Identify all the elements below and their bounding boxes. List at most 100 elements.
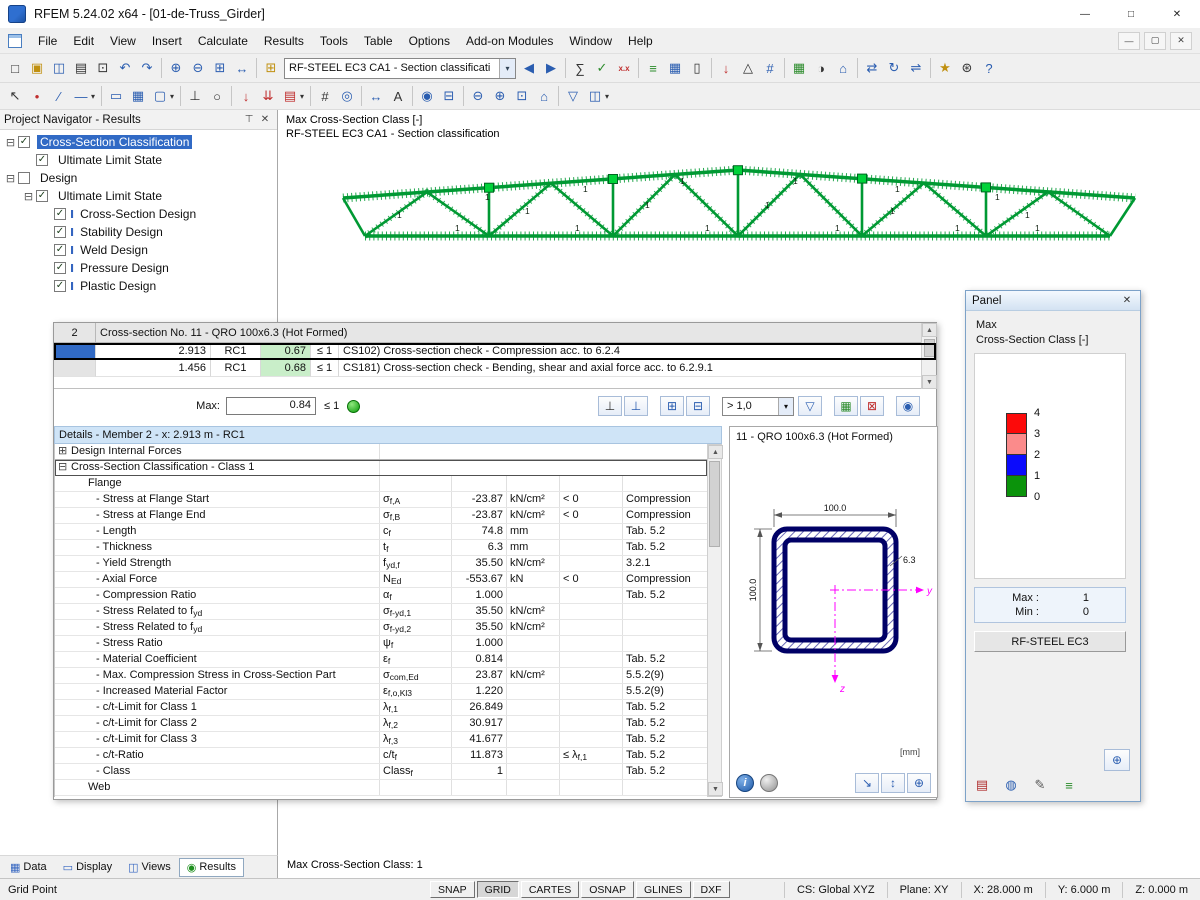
previous-case-icon[interactable]: ◀	[518, 57, 540, 79]
tree-expander-icon[interactable]: ⊟	[4, 136, 17, 149]
snap-toggle-button[interactable]: DXF	[692, 881, 730, 898]
details-row[interactable]: ⊞ Design Internal Forces	[55, 444, 707, 460]
print-icon[interactable]: ▤	[70, 57, 92, 79]
check-description-cell[interactable]: CS102) Cross-section check - Compression…	[339, 343, 936, 360]
tree-expander-icon[interactable]: ⊟	[4, 172, 17, 185]
export-table-icon[interactable]: ⊞	[660, 396, 684, 416]
details-scrollbar[interactable]: ▲ ▼	[707, 444, 723, 797]
zoom-window-icon[interactable]: ⊞	[209, 57, 231, 79]
zoom-in-icon[interactable]: ⊕	[165, 57, 187, 79]
menu-item[interactable]: Insert	[144, 28, 190, 54]
dropdown-caret-icon[interactable]: ▾	[88, 85, 98, 107]
scroll-up-icon[interactable]: ▲	[922, 323, 937, 337]
details-row[interactable]: - Stress Related to fyd σf-yd,1 35.50 kN…	[55, 604, 707, 620]
view-zoom-in-icon[interactable]: ⊕	[489, 85, 511, 107]
details-row[interactable]: - c/t-Limit for Class 1 λf,1 26.849 Tab.…	[55, 700, 707, 716]
filter-icon[interactable]: ▽	[562, 85, 584, 107]
rf-steel-ec3-button[interactable]: RF-STEEL EC3	[974, 631, 1126, 652]
design-ratio-cell[interactable]: 0.68	[261, 360, 311, 377]
panel-zoom-button[interactable]: ⊕	[1104, 749, 1130, 771]
ratio-filter-combo[interactable]: > 1,0 ▾	[722, 396, 794, 416]
isometry-icon[interactable]: ⌂	[533, 85, 555, 107]
hinge-tool-icon[interactable]: ○	[206, 85, 228, 107]
panel-factors-icon[interactable]: ◍	[1001, 775, 1021, 795]
tree-checkbox[interactable]: ✓	[18, 136, 30, 148]
section-dimensions-icon[interactable]: ↕	[881, 773, 905, 793]
snap-toggle-button[interactable]: SNAP	[430, 881, 475, 898]
close-button[interactable]: ✕	[1154, 0, 1200, 28]
details-row[interactable]: - Stress Related to fyd σf-yd,2 35.50 kN…	[55, 620, 707, 636]
import-table-icon[interactable]: ⊟	[686, 396, 710, 416]
nav-ultimate-limit-state-2[interactable]: ⊟ ✓ Ultimate Limit State	[0, 187, 277, 205]
menu-item[interactable]: Tools	[312, 28, 356, 54]
nodal-load-icon[interactable]: ↓	[235, 85, 257, 107]
surface-tool-icon[interactable]: ▭	[105, 85, 127, 107]
tree-checkbox[interactable]: ✓	[54, 226, 66, 238]
visibility-eye-icon[interactable]: ◉	[896, 396, 920, 416]
tree-checkbox[interactable]: ✓	[54, 262, 66, 274]
row-marker[interactable]	[54, 343, 96, 360]
info-icon[interactable]: i	[736, 774, 754, 792]
isometric-view-icon[interactable]: ⌂	[832, 57, 854, 79]
loadcase-combo[interactable]: RF-STEEL EC3 CA1 - Section classificati …	[284, 57, 516, 79]
support-tool-icon[interactable]: ⊥	[184, 85, 206, 107]
result-values-icon[interactable]: ▦	[664, 57, 686, 79]
tables-icon[interactable]: ⊞	[260, 57, 282, 79]
close-icon[interactable]: ✕	[1120, 294, 1134, 308]
full-view-icon[interactable]: ⊡	[511, 85, 533, 107]
maximize-button[interactable]: □	[1108, 0, 1154, 28]
numbering-icon[interactable]: #	[759, 57, 781, 79]
menu-item[interactable]: Add-on Modules	[458, 28, 561, 54]
help-icon[interactable]: ?	[978, 57, 1000, 79]
tab-display[interactable]: ▭ Display	[55, 858, 120, 877]
menu-item[interactable]: Edit	[65, 28, 102, 54]
design-ratio-cell[interactable]: 0.67	[261, 343, 311, 360]
object-snap-icon[interactable]: ◎	[336, 85, 358, 107]
grid-icon[interactable]: #	[314, 85, 336, 107]
check-calculation-icon[interactable]: ✓	[591, 57, 613, 79]
calculation-params-icon[interactable]: x.x	[613, 57, 635, 79]
nav-pressure-design[interactable]: ✓ Ⅰ Pressure Design	[0, 259, 277, 277]
rotate-icon[interactable]: ↻	[883, 57, 905, 79]
snap-toggle-button[interactable]: CARTES	[520, 881, 580, 898]
menu-item[interactable]: Window	[561, 28, 620, 54]
panel-colors-icon[interactable]: ▤	[972, 775, 992, 795]
details-row[interactable]: - Length cf 74.8 mm Tab. 5.2	[55, 524, 707, 540]
mdi-restore-button[interactable]: ▢	[1144, 31, 1166, 50]
details-row[interactable]: - c/t-Limit for Class 2 λf,2 30.917 Tab.…	[55, 716, 707, 732]
mdi-minimize-button[interactable]: —	[1118, 31, 1140, 50]
pin-icon[interactable]: ⊤	[241, 112, 257, 128]
tree-checkbox[interactable]	[18, 172, 30, 184]
details-row[interactable]: - Increased Material Factor εf,o,Kl3 1.2…	[55, 684, 707, 700]
details-row[interactable]: - Stress Ratio ψf 1.000	[55, 636, 707, 652]
chevron-down-icon[interactable]: ▾	[778, 397, 793, 415]
tree-checkbox[interactable]: ✓	[54, 208, 66, 220]
render-sphere-icon[interactable]	[760, 774, 778, 792]
load-combination-cell[interactable]: RC1	[211, 343, 261, 360]
expander-icon[interactable]: ⊟	[58, 460, 71, 475]
nav-cross-section-classification[interactable]: ⊟ ✓ Cross-Section Classification	[0, 133, 277, 151]
calculator-icon[interactable]: ∑	[569, 57, 591, 79]
details-row[interactable]: Flange	[55, 476, 707, 492]
new-file-icon[interactable]: □	[4, 57, 26, 79]
module-favorites-icon[interactable]: ★	[934, 57, 956, 79]
location-x-cell[interactable]: 2.913	[96, 343, 211, 360]
line-tool-icon[interactable]: ∕	[48, 85, 70, 107]
nav-ultimate-limit-state-1[interactable]: ✓ Ultimate Limit State	[0, 151, 277, 169]
results-toggle-icon[interactable]: ≡	[642, 57, 664, 79]
details-row[interactable]: - Stress at Flange End σf,B -23.87 kN/cm…	[55, 508, 707, 524]
check-description-cell[interactable]: CS181) Cross-section check - Bending, sh…	[339, 360, 936, 377]
max-value-field[interactable]: 0.84	[226, 397, 316, 415]
tree-checkbox[interactable]: ✓	[54, 280, 66, 292]
menu-item[interactable]: Help	[620, 28, 661, 54]
render-mode-icon[interactable]: ▦	[788, 57, 810, 79]
section-clip-icon[interactable]: ⊟	[438, 85, 460, 107]
dropdown-caret-icon[interactable]: ▾	[297, 85, 307, 107]
details-row[interactable]: - c/t-Limit for Class 3 λf,3 41.677 Tab.…	[55, 732, 707, 748]
nav-stability-design[interactable]: ✓ Ⅰ Stability Design	[0, 223, 277, 241]
zoom-out-icon[interactable]: ⊖	[187, 57, 209, 79]
chevron-down-icon[interactable]: ▾	[499, 58, 515, 78]
solid-tool-icon[interactable]: ▦	[127, 85, 149, 107]
load-combination-cell[interactable]: RC1	[211, 360, 261, 377]
details-row[interactable]: - Stress at Flange Start σf,A -23.87 kN/…	[55, 492, 707, 508]
